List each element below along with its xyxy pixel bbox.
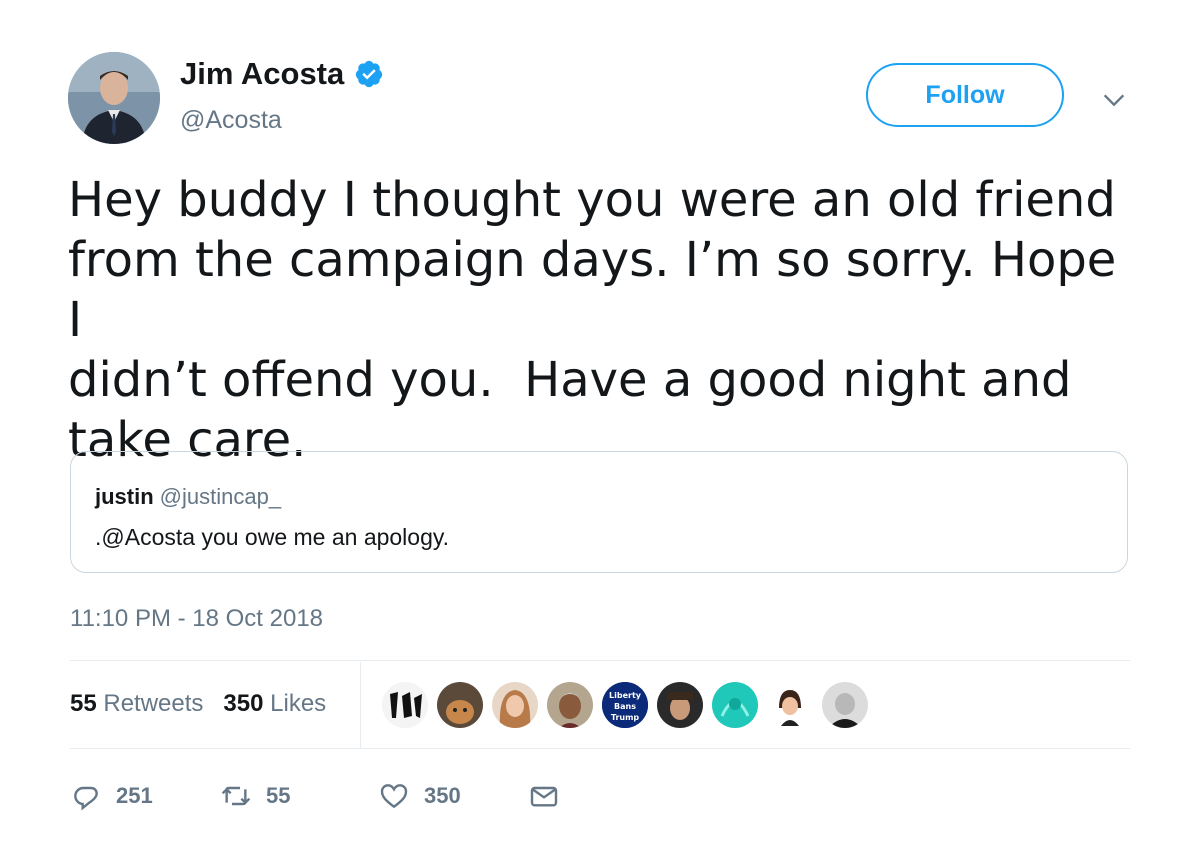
author-handle[interactable]: @Acosta	[180, 106, 282, 135]
svg-text:Liberty: Liberty	[609, 691, 642, 700]
svg-text:Trump: Trump	[611, 713, 640, 722]
stats-divider	[360, 662, 361, 748]
divider-bottom	[70, 748, 1130, 749]
follow-button[interactable]: Follow	[866, 63, 1064, 127]
like-icon	[380, 784, 408, 809]
liker-avatar[interactable]	[822, 682, 868, 728]
liker-avatar[interactable]	[382, 682, 428, 728]
retweet-count: 55	[266, 783, 291, 808]
quoted-tweet-card[interactable]: justin @justincap_ .@Acosta you owe me an…	[70, 451, 1128, 573]
retweets-stat[interactable]: 55 Retweets	[70, 690, 203, 718]
liker-avatar[interactable]	[437, 682, 483, 728]
reply-count: 251	[116, 783, 153, 808]
liker-avatar[interactable]	[547, 682, 593, 728]
tweet-timestamp[interactable]: 11:10 PM - 18 Oct 2018	[70, 605, 323, 633]
author-display-name[interactable]: Jim Acosta	[180, 56, 344, 92]
liker-avatar[interactable]	[492, 682, 538, 728]
reply-icon	[74, 786, 98, 811]
likes-stat[interactable]: 350 Likes	[223, 690, 326, 718]
svg-text:Bans: Bans	[614, 702, 636, 711]
tweet-text: Hey buddy I thought you were an old frie…	[68, 172, 1117, 468]
like-button[interactable]: 350	[378, 780, 528, 812]
author-avatar-image	[68, 52, 160, 144]
like-count: 350	[424, 783, 461, 808]
quoted-tweet-header: justin @justincap_	[95, 484, 281, 510]
tweet-stats: 55 Retweets 350 Likes	[70, 690, 346, 718]
liker-avatar[interactable]	[657, 682, 703, 728]
divider-top	[70, 660, 1130, 661]
reply-button[interactable]: 251	[70, 780, 220, 812]
author-avatar[interactable]	[68, 52, 160, 144]
likers-avatar-row: Liberty Bans Trump	[382, 682, 877, 728]
quoted-tweet-text: .@Acosta you owe me an apology.	[95, 524, 450, 550]
likes-count: 350	[223, 690, 264, 717]
retweet-button[interactable]: 55	[220, 780, 378, 812]
message-icon	[530, 786, 558, 807]
liker-avatar[interactable]	[767, 682, 813, 728]
chevron-down-icon[interactable]	[1100, 86, 1128, 114]
quoted-tweet-name: justin	[95, 484, 154, 509]
retweets-label: Retweets	[103, 690, 204, 717]
retweet-icon	[221, 786, 251, 806]
quoted-tweet-handle: @justincap_	[159, 484, 282, 509]
verified-badge-icon	[356, 60, 383, 88]
author-name-row: Jim Acosta	[180, 56, 384, 92]
likes-label: Likes	[270, 690, 327, 717]
tweet-actions: 251 55 350	[70, 780, 560, 812]
direct-message-button[interactable]	[528, 780, 560, 812]
retweets-count: 55	[70, 690, 97, 717]
liker-avatar[interactable]	[712, 682, 758, 728]
liker-avatar[interactable]: Liberty Bans Trump	[602, 682, 648, 728]
